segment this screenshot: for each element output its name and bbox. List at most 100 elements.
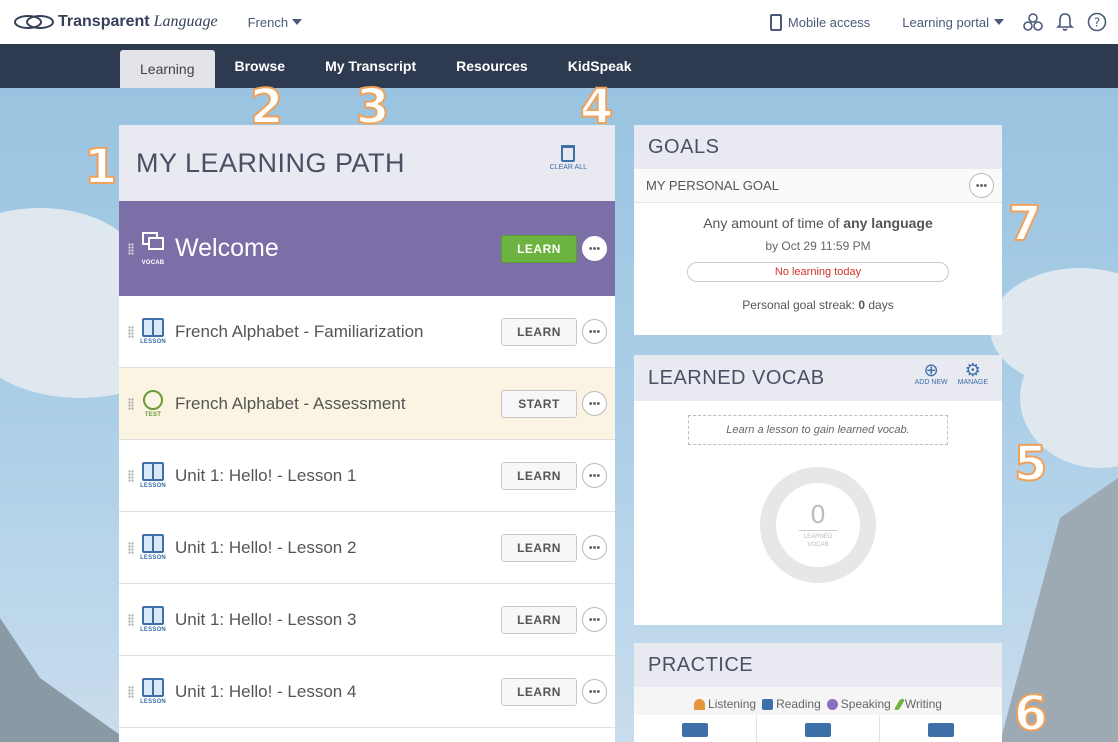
- item-kind: LESSON: [140, 627, 166, 633]
- practice-tile[interactable]: [634, 715, 757, 742]
- annotation-6: 6: [1013, 686, 1048, 742]
- clear-all-button[interactable]: CLEAR ALL: [550, 145, 587, 171]
- item-title: French Alphabet - Assessment: [175, 393, 406, 413]
- start-button[interactable]: START: [501, 389, 577, 418]
- tab-resources[interactable]: Resources: [436, 44, 548, 88]
- more-options-icon[interactable]: •••: [582, 679, 607, 704]
- speech-bubble-icon: [826, 698, 838, 710]
- drag-handle-icon[interactable]: [128, 397, 134, 410]
- learning-path-panel: MY LEARNING PATH CLEAR ALL VOCAB Welcome…: [119, 125, 615, 742]
- item-title: Unit 1: Hello! - Lesson 2: [175, 537, 357, 557]
- learn-button[interactable]: LEARN: [501, 461, 577, 490]
- learn-button[interactable]: LEARN: [501, 677, 577, 706]
- path-item[interactable]: LESSON Unit 1: Hello! - Lesson 3 LEARN •…: [119, 584, 615, 656]
- skill-writing[interactable]: Writing: [893, 693, 942, 715]
- annotation-1: 1: [83, 139, 118, 195]
- streak-prefix: Personal goal streak:: [742, 298, 859, 312]
- path-item[interactable]: TEST French Alphabet - Assessment START …: [119, 368, 615, 440]
- drag-handle-icon[interactable]: [128, 685, 134, 698]
- goals-title: GOALS: [648, 135, 720, 158]
- item-kind: VOCAB: [141, 260, 165, 266]
- learn-button[interactable]: LEARN: [501, 533, 577, 562]
- item-title: Welcome: [175, 234, 279, 262]
- book-icon: LESSON: [139, 462, 167, 489]
- add-new-label: ADD NEW: [914, 379, 948, 386]
- chevron-down-icon: [292, 19, 303, 25]
- path-item[interactable]: LESSON Unit 1: Hello! - Lesson 4 LEARN •…: [119, 656, 615, 728]
- learning-portal-menu[interactable]: Learning portal: [902, 15, 1004, 30]
- skill-reading[interactable]: Reading: [762, 693, 821, 715]
- annotation-7: 7: [1007, 196, 1042, 252]
- learned-vocab-label-2: VOCAB: [807, 541, 829, 548]
- help-icon[interactable]: ?: [1086, 11, 1108, 33]
- skill-listening[interactable]: Listening: [694, 693, 756, 715]
- more-options-icon[interactable]: •••: [582, 535, 607, 560]
- goal-description: Any amount of time of any language: [634, 215, 1002, 231]
- pencil-icon: [893, 698, 906, 710]
- path-item[interactable]: LESSON Unit 1: Hello! - Lesson 2 LEARN •…: [119, 512, 615, 584]
- item-kind: LESSON: [140, 699, 166, 705]
- skill-label: Reading: [776, 697, 821, 711]
- more-options-icon[interactable]: •••: [582, 391, 607, 416]
- drag-handle-icon[interactable]: [128, 325, 134, 338]
- goal-status-bar: No learning today: [687, 262, 949, 282]
- book-icon: [682, 723, 708, 737]
- learn-button[interactable]: LEARN: [501, 605, 577, 634]
- add-new-button[interactable]: ⊕ ADD NEW: [915, 361, 948, 386]
- personal-goal-label: MY PERSONAL GOAL: [646, 178, 779, 193]
- manage-button[interactable]: ⚙ MANAGE: [958, 361, 988, 386]
- goal-text-prefix: Any amount of time of: [703, 215, 844, 231]
- language-select[interactable]: French: [248, 15, 303, 30]
- more-options-icon[interactable]: •••: [582, 236, 607, 261]
- book-icon: [928, 723, 954, 737]
- book-icon: [805, 723, 831, 737]
- tab-learning[interactable]: Learning: [120, 50, 215, 88]
- goals-header: GOALS: [634, 125, 1002, 169]
- practice-header: PRACTICE: [634, 643, 1002, 687]
- logo-icon: [14, 14, 54, 30]
- svg-text:?: ?: [1094, 16, 1100, 30]
- practice-tile[interactable]: [757, 715, 880, 742]
- drag-handle-icon[interactable]: [128, 469, 134, 482]
- skill-label: Writing: [904, 697, 942, 711]
- drag-handle-icon[interactable]: [128, 613, 134, 626]
- book-icon: LESSON: [139, 318, 167, 345]
- learned-vocab-ring: 0 LEARNED VOCAB: [760, 467, 876, 583]
- brand-logo[interactable]: Transparent Language: [14, 13, 218, 31]
- path-item[interactable]: LESSON French Alphabet - Familiarization…: [119, 296, 615, 368]
- learn-button[interactable]: LEARN: [501, 317, 577, 346]
- practice-title: PRACTICE: [648, 653, 754, 676]
- more-options-icon[interactable]: •••: [582, 319, 607, 344]
- path-item-welcome[interactable]: VOCAB Welcome LEARN •••: [119, 201, 615, 296]
- learning-path-title: MY LEARNING PATH: [136, 147, 406, 178]
- learn-button[interactable]: LEARN: [501, 234, 577, 263]
- goal-text-language: any language: [843, 215, 933, 231]
- path-item[interactable]: LESSON Unit 1: Hello! - Lesson 1 LEARN •…: [119, 440, 615, 512]
- headphones-icon: [694, 698, 706, 710]
- item-title: Unit 1: Hello! - Lesson 1: [175, 465, 357, 485]
- annotation-5: 5: [1013, 436, 1048, 492]
- trash-icon: [561, 145, 576, 162]
- item-kind: LESSON: [140, 555, 166, 561]
- practice-panel: PRACTICE Listening Reading Speaking Writ…: [634, 643, 1002, 742]
- top-bar: Transparent Language French Mobile acces…: [0, 0, 1118, 44]
- account-icon[interactable]: [1022, 11, 1044, 33]
- bell-icon[interactable]: [1054, 11, 1076, 33]
- vocab-icon: VOCAB: [139, 231, 167, 266]
- phone-icon: [769, 13, 782, 31]
- book-icon: [762, 698, 774, 710]
- drag-handle-icon[interactable]: [128, 541, 134, 554]
- practice-tile[interactable]: [880, 715, 1002, 742]
- mobile-access-label: Mobile access: [787, 14, 871, 30]
- skill-speaking[interactable]: Speaking: [826, 693, 891, 715]
- goal-streak: Personal goal streak: 0 days: [634, 298, 1002, 312]
- learning-path-header: MY LEARNING PATH CLEAR ALL: [119, 125, 615, 201]
- more-options-icon[interactable]: •••: [582, 607, 607, 632]
- plus-circle-icon: ⊕: [923, 360, 939, 380]
- clear-all-label: CLEAR ALL: [549, 164, 587, 171]
- more-options-icon[interactable]: •••: [582, 463, 607, 488]
- manage-label: MANAGE: [957, 379, 988, 386]
- drag-handle-icon[interactable]: [128, 242, 134, 255]
- more-options-icon[interactable]: •••: [969, 173, 994, 198]
- mobile-access-link[interactable]: Mobile access: [769, 13, 871, 31]
